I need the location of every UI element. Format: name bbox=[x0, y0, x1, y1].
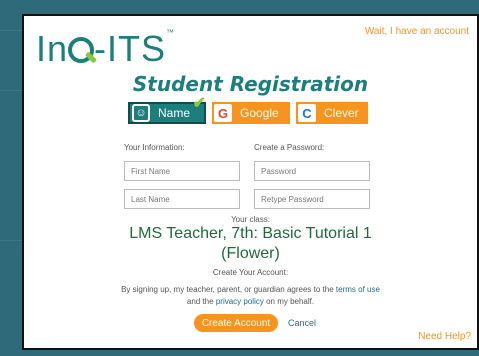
cancel-link[interactable]: Cancel bbox=[288, 318, 316, 328]
terms-text-1: By signing up, my teacher, parent, or gu… bbox=[121, 285, 334, 294]
your-class-label: Your class: bbox=[231, 215, 270, 224]
registration-method-tabs: ☺ Name ✔ G Google C Clever bbox=[128, 95, 368, 124]
magnifier-q-icon bbox=[68, 33, 98, 64]
terms-of-use-link[interactable]: terms of use bbox=[336, 285, 380, 294]
class-name-line2: (Flower) bbox=[221, 245, 280, 262]
tab-google[interactable]: G Google bbox=[212, 102, 290, 124]
need-help-link[interactable]: Need Help? bbox=[418, 331, 471, 342]
privacy-policy-link[interactable]: privacy policy bbox=[216, 297, 264, 306]
terms-text-2: and the bbox=[186, 297, 214, 306]
terms-statement: By signing up, my teacher, parent, or gu… bbox=[24, 284, 477, 308]
have-account-link[interactable]: Wait, I have an account bbox=[365, 26, 469, 37]
page-title: Student Registration bbox=[132, 72, 369, 96]
registration-modal: In -ITS™ Wait, I have an account Student … bbox=[22, 14, 479, 350]
class-name: LMS Teacher, 7th: Basic Tutorial 1 (Flow… bbox=[24, 224, 477, 264]
class-name-line1: LMS Teacher, 7th: Basic Tutorial 1 bbox=[129, 225, 372, 242]
password-input[interactable] bbox=[254, 161, 370, 181]
tab-name[interactable]: ☺ Name ✔ bbox=[128, 95, 206, 124]
checkmark-icon: ✔ bbox=[192, 95, 206, 112]
tab-name-label: Name bbox=[158, 106, 191, 120]
terms-text-3: on my behalf. bbox=[266, 297, 315, 306]
retype-password-input[interactable] bbox=[254, 189, 370, 209]
your-information-label: Your Information: bbox=[124, 143, 185, 152]
first-name-input[interactable] bbox=[124, 161, 240, 181]
tab-clever-label: Clever bbox=[324, 106, 359, 120]
inq-its-logo: In -ITS™ bbox=[36, 28, 175, 70]
tab-google-label: Google bbox=[240, 106, 279, 120]
last-name-input[interactable] bbox=[124, 189, 240, 209]
create-account-label: Create Your Account: bbox=[212, 268, 289, 277]
trademark-symbol: ™ bbox=[166, 28, 176, 37]
create-password-label: Create a Password: bbox=[254, 143, 325, 152]
logo-text-prefix: In bbox=[36, 28, 69, 69]
clever-icon: C bbox=[298, 104, 316, 122]
tab-clever[interactable]: C Clever bbox=[296, 102, 368, 124]
create-account-button[interactable]: Create Account bbox=[194, 314, 278, 332]
logo-text-suffix: -ITS bbox=[94, 28, 167, 69]
google-icon: G bbox=[214, 104, 232, 122]
smiley-icon: ☺ bbox=[132, 104, 150, 122]
